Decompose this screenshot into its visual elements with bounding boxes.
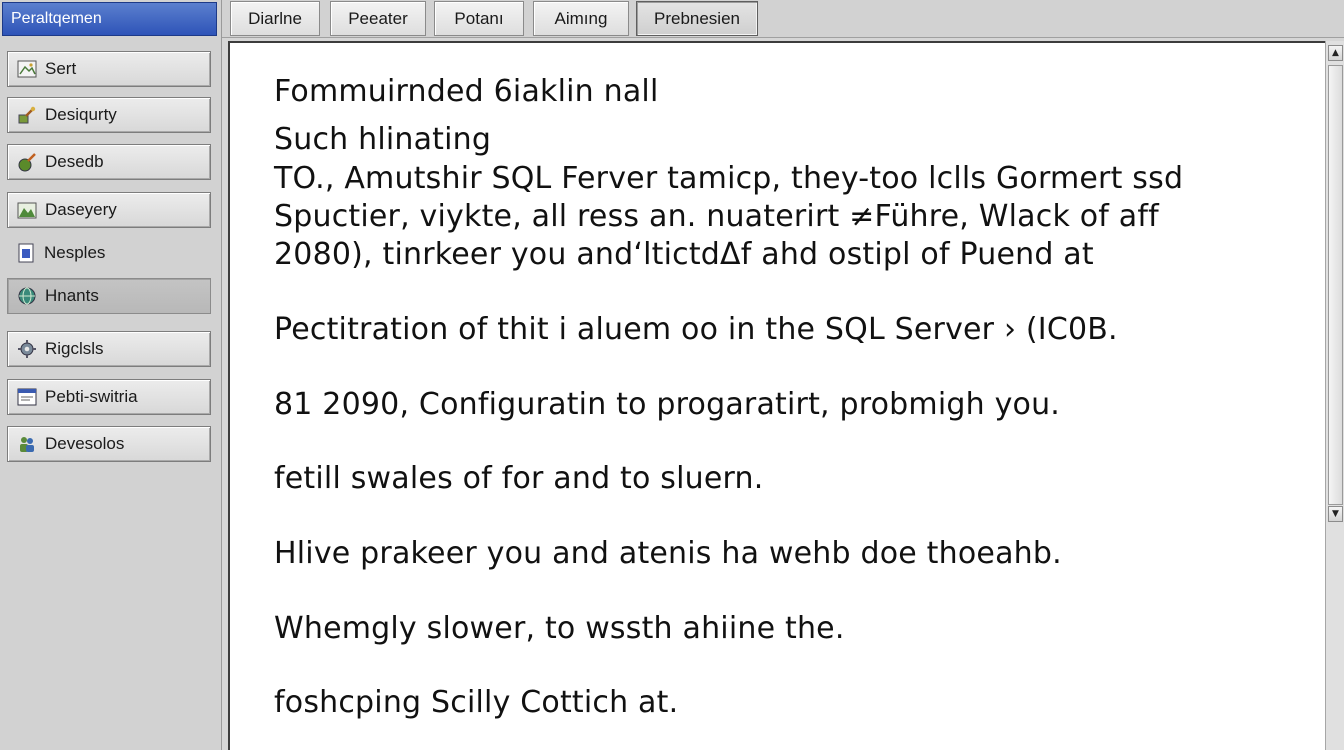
sidebar-item-label: Desedb — [45, 152, 104, 171]
tab-peeater[interactable]: Peeater — [330, 1, 426, 36]
document-line: Hlive prakeer you and atenis ha wehb doe… — [274, 536, 1062, 571]
vertical-scrollbar[interactable]: ▲ ▼ — [1325, 41, 1344, 750]
sidebar-item-label: Sert — [45, 59, 77, 78]
document-icon — [18, 243, 34, 263]
document-line: Such hlinating — [274, 122, 492, 157]
document-line: foshcping Scilly Cottich at. — [274, 685, 679, 720]
sidebar-item-rigclsls[interactable]: Rigclsls — [7, 331, 211, 367]
globe-icon — [18, 287, 36, 305]
sidebar-item-devesolos[interactable]: Devesolos — [7, 426, 211, 462]
sidebar-header[interactable]: Peraltqemen — [2, 2, 217, 36]
sidebar-item-label: Nesples — [44, 243, 106, 262]
scroll-up-icon[interactable]: ▲ — [1328, 45, 1343, 61]
sidebar-item-nesples[interactable]: Nesples — [7, 235, 211, 271]
window-icon — [17, 388, 37, 406]
tab-prebnesien[interactable]: Prebnesien — [636, 1, 758, 36]
sidebar-item-hnants[interactable]: Hnants — [7, 278, 211, 314]
sidebar-item-label: Devesolos — [45, 434, 125, 453]
sidebar-item-label: Desiqurty — [45, 105, 117, 124]
document-line: TO., Amutshir SQL Ferver tamicp, they-to… — [274, 161, 1184, 196]
tab-aiming[interactable]: Aimıng — [533, 1, 629, 36]
sidebar-item-sert[interactable]: Sert — [7, 51, 211, 87]
sidebar: Peraltqemen Sert Desiqurty Desedb Daseye… — [0, 0, 222, 750]
tab-diarlne[interactable]: Diarlne — [230, 1, 320, 36]
sidebar-item-desedb[interactable]: Desedb — [7, 144, 211, 180]
document-line: fetill swales of for and to sluern. — [274, 461, 764, 496]
sidebar-item-label: Rigclsls — [45, 339, 104, 358]
brush-icon — [18, 153, 36, 172]
sidebar-item-label: Pebti-switria — [45, 387, 138, 406]
document-line: Whemgly slower, to wssth ahiine the. — [274, 611, 845, 646]
sidebar-item-desiqurty[interactable]: Desiqurty — [7, 97, 211, 133]
document-line: Fommuirnded 6iaklin nall — [274, 74, 659, 109]
document-view[interactable]: Fommuirnded 6iaklin nall Such hlinating … — [228, 41, 1325, 750]
tools-icon — [18, 106, 36, 124]
tab-potani[interactable]: Potanı — [434, 1, 524, 36]
sidebar-item-pebti-switria[interactable]: Pebti-switria — [7, 379, 211, 415]
document-line: 81 2090, Configuratin to progaratirt, pr… — [274, 387, 1061, 422]
gear-icon — [18, 340, 36, 358]
scroll-down-icon[interactable]: ▼ — [1328, 506, 1343, 522]
document-line: Pectitration of thit i aluem oo in the S… — [274, 312, 1118, 347]
sidebar-item-label: Hnants — [45, 286, 99, 305]
people-icon — [20, 437, 34, 452]
sidebar-item-daseyery[interactable]: Daseyery — [7, 192, 211, 228]
document-line: Spuctier, viykte, all ress an. nuaterirt… — [274, 199, 1159, 234]
tab-bar: Diarlne Peeater Potanı Aimıng Prebnesien — [222, 0, 1344, 38]
scroll-thumb[interactable] — [1328, 65, 1343, 505]
application-window: Peraltqemen Sert Desiqurty Desedb Daseye… — [0, 0, 1344, 750]
image-icon — [17, 60, 37, 78]
landscape-icon — [17, 202, 37, 219]
document-line: 2080), tinrkeer you and‘ltictdΔf ahd ost… — [274, 237, 1094, 272]
sidebar-item-label: Daseyery — [45, 200, 117, 219]
